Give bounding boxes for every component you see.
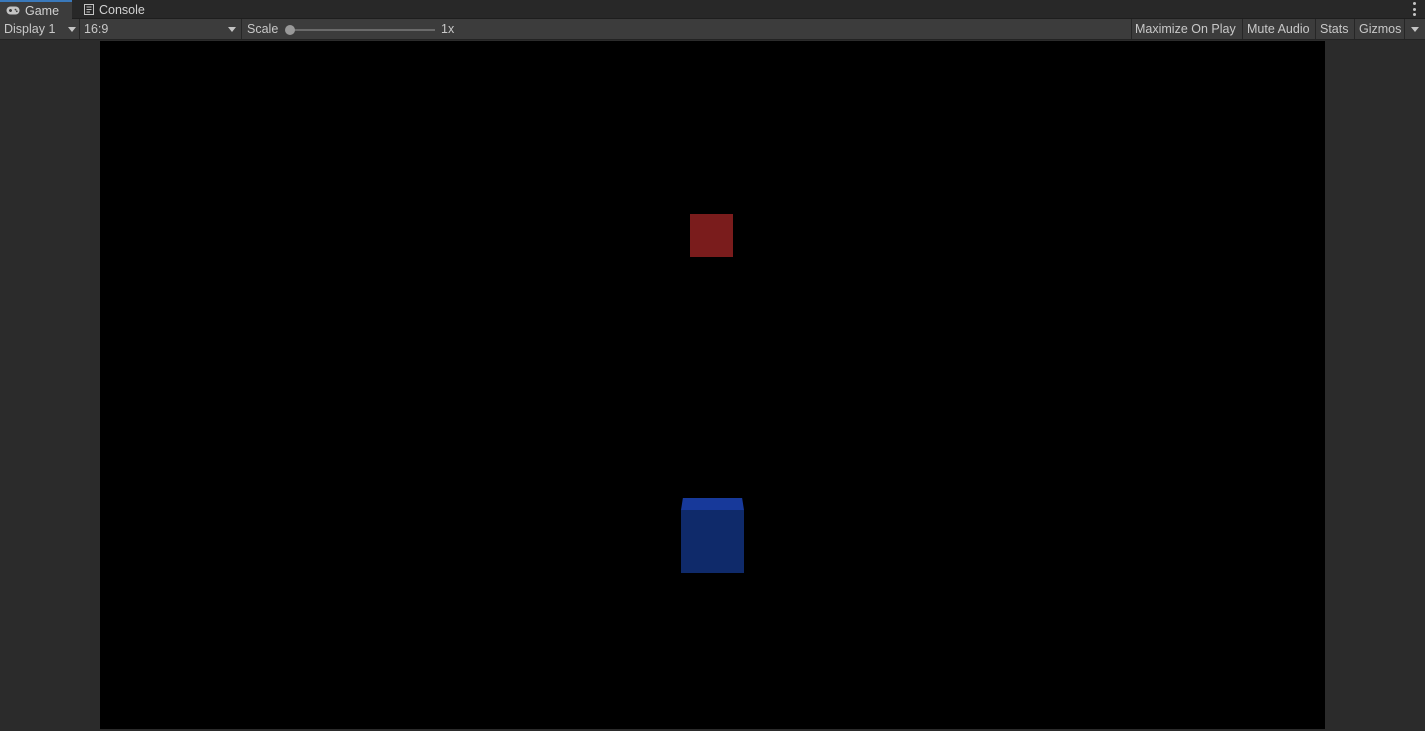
chevron-down-icon <box>68 27 76 32</box>
kebab-menu-icon[interactable] <box>1411 2 1417 16</box>
blue-cube-front-face <box>681 510 744 573</box>
divider <box>1315 19 1316 39</box>
aspect-dropdown-label: 16:9 <box>84 22 109 36</box>
blue-cube <box>681 498 744 573</box>
scale-slider-handle[interactable] <box>285 25 295 35</box>
tab-console-label: Console <box>99 2 145 17</box>
scale-label: Scale <box>247 22 279 36</box>
red-cube <box>690 214 733 257</box>
divider <box>1131 19 1132 39</box>
tab-game[interactable]: Game <box>0 0 72 19</box>
chevron-down-icon <box>228 27 236 32</box>
game-view[interactable] <box>100 41 1325 729</box>
maximize-on-play-button[interactable]: Maximize On Play <box>1135 19 1236 39</box>
display-dropdown-label: Display 1 <box>4 22 56 36</box>
divider <box>1354 19 1355 39</box>
game-toolbar: Display 1 16:9 Scale 1x Maximize On Play… <box>0 19 1425 40</box>
divider <box>241 19 242 39</box>
display-dropdown[interactable]: Display 1 <box>4 19 78 39</box>
divider <box>79 19 80 39</box>
gizmos-button[interactable]: Gizmos <box>1359 19 1401 39</box>
aspect-dropdown[interactable]: 16:9 <box>84 19 238 39</box>
scale-value: 1x <box>441 22 455 36</box>
scale-slider-track[interactable] <box>289 29 435 31</box>
mute-audio-button[interactable]: Mute Audio <box>1247 19 1310 39</box>
console-icon <box>84 4 94 15</box>
divider <box>1404 19 1405 39</box>
gamepad-icon <box>6 6 20 15</box>
chevron-down-icon <box>1411 26 1419 32</box>
gizmos-dropdown[interactable] <box>1407 19 1423 39</box>
divider <box>1242 19 1243 39</box>
tab-bar: Game Console <box>0 0 1425 19</box>
tab-console[interactable]: Console <box>78 0 158 19</box>
stats-button[interactable]: Stats <box>1320 19 1349 39</box>
blue-cube-top-face <box>681 498 744 510</box>
tab-game-label: Game <box>25 3 60 18</box>
